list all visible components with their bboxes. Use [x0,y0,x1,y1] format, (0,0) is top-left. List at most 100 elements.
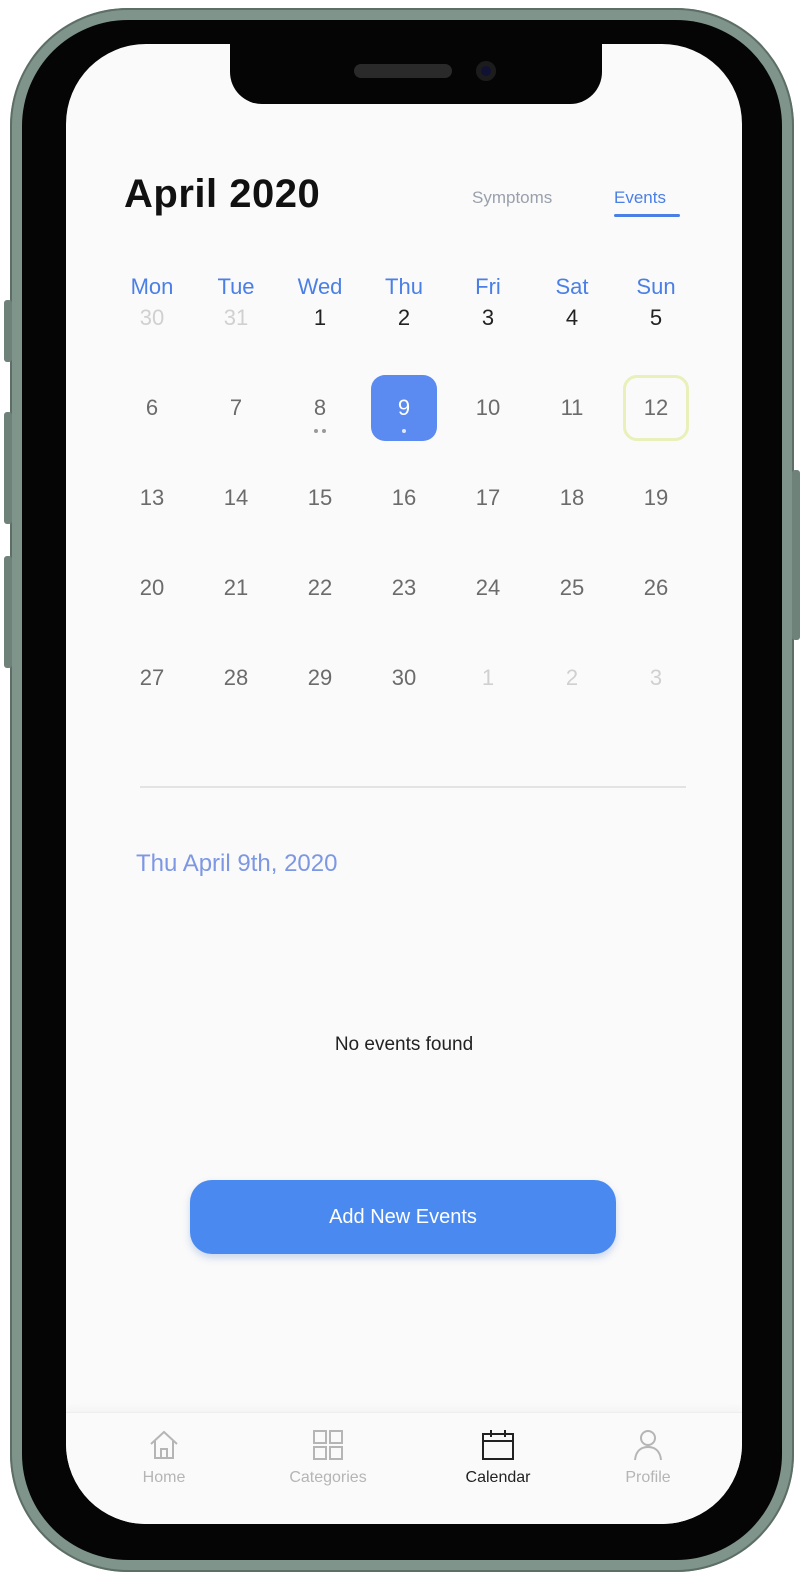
calendar-day-outside-month[interactable]: 1 [455,645,521,711]
calendar-day[interactable]: 27 [119,645,185,711]
calendar-day-number: 21 [223,575,249,600]
front-camera-icon [476,61,496,81]
tab-home[interactable]: Home [94,1427,234,1487]
calendar-day-number: 30 [391,665,417,690]
calendar-day[interactable]: 12 [623,375,689,441]
side-button-mute [4,300,12,362]
calendar-day-number: 17 [475,485,501,510]
calendar-day[interactable]: 26 [623,555,689,621]
calendar-day[interactable]: 13 [119,465,185,531]
calendar-day-number: 1 [481,665,495,690]
calendar-day[interactable]: 7 [203,375,269,441]
grid-icon [313,1430,343,1460]
calendar-day[interactable]: 28 [203,645,269,711]
divider [140,786,686,788]
calendar-day-number: 20 [139,575,165,600]
toggle-symptoms[interactable]: Symptoms [472,188,552,208]
tab-label-categories: Categories [289,1469,367,1486]
calendar-day-number: 1 [313,305,327,330]
month-title: April 2020 [124,172,321,216]
calendar-day[interactable]: 3 [455,285,521,351]
notch [230,44,602,104]
calendar-day[interactable]: 22 [287,555,353,621]
calendar-day-number: 12 [643,395,669,420]
empty-events-message: No events found [334,1034,474,1055]
calendar-day[interactable]: 10 [455,375,521,441]
event-indicator-dots [287,429,353,433]
calendar-day-number: 6 [145,395,159,420]
calendar-day[interactable]: 9 [371,375,437,441]
calendar-day-number: 10 [475,395,501,420]
app-screen: April 2020 Symptoms Events Mon Tue Wed Thu F… [66,44,742,1524]
user-icon [634,1430,662,1461]
tab-label-home: Home [142,1469,186,1486]
event-dot [322,429,326,433]
calendar-day[interactable]: 25 [539,555,605,621]
side-button-volume-up [4,412,12,524]
calendar-day[interactable]: 16 [371,465,437,531]
calendar-day[interactable]: 24 [455,555,521,621]
calendar-day[interactable]: 5 [623,285,689,351]
event-dot [402,429,406,433]
calendar-day[interactable]: 4 [539,285,605,351]
tab-label-calendar: Calendar [465,1469,531,1486]
calendar-day-outside-month[interactable]: 30 [119,285,185,351]
calendar-day-outside-month[interactable]: 31 [203,285,269,351]
calendar-day-number: 28 [223,665,249,690]
calendar-day[interactable]: 2 [371,285,437,351]
calendar-day-number: 15 [307,485,333,510]
calendar-day-number: 18 [559,485,585,510]
calendar-day-number: 13 [139,485,165,510]
bottom-tab-bar: Home Categories Calendar Profile [66,1412,742,1524]
calendar-day-number: 14 [223,485,249,510]
calendar-day-number: 24 [475,575,501,600]
tab-calendar[interactable]: Calendar [428,1427,568,1487]
calendar-day[interactable]: 19 [623,465,689,531]
home-icon [150,1430,178,1459]
calendar-day[interactable]: 17 [455,465,521,531]
calendar-day-number: 31 [223,305,249,330]
calendar-day-number: 30 [139,305,165,330]
event-indicator-dots [371,429,437,433]
side-button-power [792,470,800,640]
calendar-day-outside-month[interactable]: 3 [623,645,689,711]
calendar-day-number: 22 [307,575,333,600]
calendar-day[interactable]: 8 [287,375,353,441]
calendar-day-outside-month[interactable]: 2 [539,645,605,711]
calendar-day[interactable]: 20 [119,555,185,621]
calendar-icon [482,1430,514,1460]
toggle-events[interactable]: Events [614,188,666,208]
calendar-day-number: 2 [397,305,411,330]
calendar-day-number: 23 [391,575,417,600]
side-button-volume-down [4,556,12,668]
calendar-day-number: 7 [229,395,243,420]
tab-categories[interactable]: Categories [258,1427,398,1487]
event-dot [314,429,318,433]
calendar-day-number: 19 [643,485,669,510]
calendar-day-number: 2 [565,665,579,690]
calendar-day[interactable]: 1 [287,285,353,351]
calendar-day[interactable]: 6 [119,375,185,441]
calendar-day-number: 4 [565,305,579,330]
tab-profile[interactable]: Profile [578,1427,718,1487]
calendar-day[interactable]: 14 [203,465,269,531]
add-new-events-button[interactable]: Add New Events [190,1180,616,1254]
calendar-day[interactable]: 30 [371,645,437,711]
speaker-grille [354,64,452,78]
calendar-day-number: 16 [391,485,417,510]
calendar-day[interactable]: 15 [287,465,353,531]
calendar-day[interactable]: 18 [539,465,605,531]
active-toggle-underline [614,214,680,217]
calendar-day[interactable]: 11 [539,375,605,441]
calendar-day-number: 3 [649,665,663,690]
calendar-day-number: 3 [481,305,495,330]
calendar-day-number: 29 [307,665,333,690]
calendar-day-number: 26 [643,575,669,600]
calendar-day-number: 25 [559,575,585,600]
calendar-day[interactable]: 29 [287,645,353,711]
calendar-day-number: 27 [139,665,165,690]
calendar-day[interactable]: 21 [203,555,269,621]
calendar-day[interactable]: 23 [371,555,437,621]
calendar-day-number: 5 [649,305,663,330]
selected-date-heading: Thu April 9th, 2020 [136,850,338,877]
